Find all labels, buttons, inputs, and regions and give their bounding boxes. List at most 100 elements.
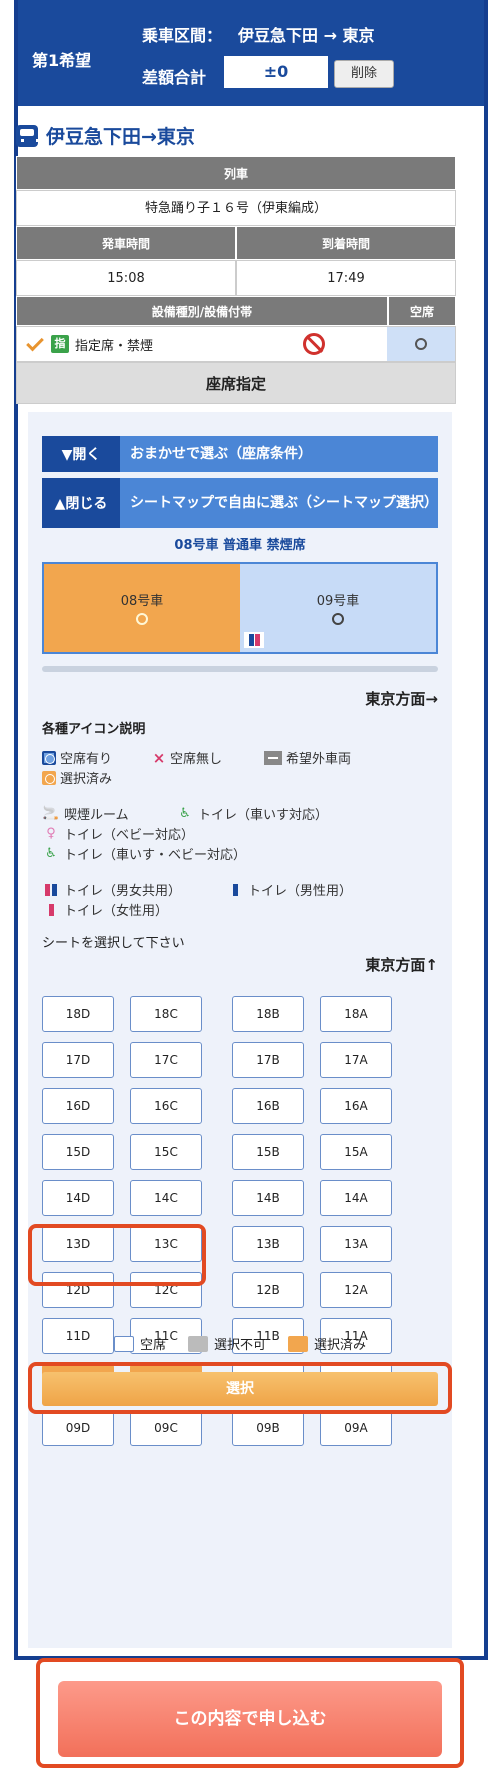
delete-button[interactable]: 削除 [334,60,394,88]
section-label: 乗車区間： [142,26,223,45]
seat-button[interactable]: 13A [320,1226,392,1262]
selected-label: 選択済み [314,1338,367,1353]
legend-none: × 空席無し [152,748,223,768]
vacant-label: 空席 [139,1338,166,1353]
unisex-toilet-icon [244,632,264,648]
seat-type-row[interactable]: 指 指定席・禁煙 [16,326,456,362]
seat-button[interactable]: 13B [232,1226,304,1262]
seat-button[interactable]: 14D [42,1180,114,1216]
seat-button[interactable]: 17D [42,1042,114,1078]
route-title: 伊豆急下田→東京 [16,122,195,149]
car-08-label: 08号車 [120,594,164,609]
seat-button[interactable]: 16B [232,1088,304,1124]
legend-unisex: トイレ（男女共用） [42,880,181,899]
accordion-auto-text[interactable]: おまかせで選ぶ（座席条件） [120,436,438,472]
legend-baby: ♀ トイレ（ベビー対応） [42,824,194,843]
seat-designate-heading: 座席指定 [16,362,456,404]
arrive-header: 到着時間 [236,226,456,260]
seat-button[interactable]: 15A [320,1134,392,1170]
selected-swatch [288,1335,308,1352]
card-header: 第1希望 乗車区間： 伊豆急下田 → 東京 差額合計 ±0 削除 [18,0,484,106]
seat-button[interactable]: 18A [320,996,392,1032]
seat-button[interactable]: 17A [320,1042,392,1078]
vacancy-cell [387,327,455,361]
seat-button[interactable]: 15D [42,1134,114,1170]
direction-label-2: 東京方面↑ [365,956,438,974]
accordion-seatmap-text[interactable]: シートマップで自由に選ぶ（シートマップ選択） [120,478,438,528]
available-icon [42,750,56,765]
seat-button[interactable]: 18C [130,996,202,1032]
vacancy-available-icon [415,338,427,350]
excluded-icon [264,750,282,765]
car-09[interactable]: 09号車 [240,564,436,652]
seat-button[interactable]: 09C [130,1410,202,1446]
seat-button[interactable]: 17B [232,1042,304,1078]
legend-male: トイレ（男性用） [226,880,352,899]
legend-selected: 選択済み [42,768,112,787]
accordion-seatmap[interactable]: ▲閉じる シートマップで自由に選ぶ（シートマップ選択） [42,478,438,528]
seat-button[interactable]: 18B [232,996,304,1032]
unisex-icon [42,882,60,898]
route-text: 伊豆急下田→東京 [46,126,195,148]
car-scrollbar[interactable] [42,666,438,672]
choose-button[interactable]: 選択 [42,1372,438,1406]
female-icon [42,902,60,918]
seat-button[interactable]: 09B [232,1410,304,1446]
depart-header: 発車時間 [16,226,236,260]
unavailable-label: 選択不可 [213,1338,266,1353]
wheelchair-baby-icon: ♿ [45,846,57,861]
none-icon: × [152,748,166,767]
select-prompt: シートを選択して下さい [42,936,185,951]
seat-button[interactable]: 12B [232,1272,304,1308]
seat-button[interactable]: 16A [320,1088,392,1124]
open-toggle[interactable]: ▼開く [42,436,120,472]
seat-button[interactable]: 17C [130,1042,202,1078]
diff-value: ±0 [224,56,328,88]
car-selector: 08号車 09号車 [42,562,438,654]
seat-button[interactable]: 09A [320,1410,392,1446]
train-name: 特急踊り子１６号（伊東編成） [16,190,456,226]
vacancy-header: 空席 [388,296,456,326]
legend-excluded: 希望外車両 [264,748,351,767]
train-header: 列車 [16,156,456,190]
legend-smoking: 🚬 喫煙ルーム [42,806,129,823]
wheelchair-icon: ♿ [179,806,191,821]
seat-button[interactable]: 14A [320,1180,392,1216]
seat-button[interactable]: 15B [232,1134,304,1170]
direction-label: 東京方面→ [365,690,438,708]
car-09-status-icon [332,613,344,625]
train-icon [16,124,39,147]
equip-header: 設備種別/設備付帯 [16,296,388,326]
train-info-table: 列車 特急踊り子１６号（伊東編成） 発車時間 到着時間 15:08 17:49 … [16,156,456,404]
close-toggle[interactable]: ▲閉じる [42,478,120,528]
car-08[interactable]: 08号車 [44,564,240,652]
seat-button[interactable]: 12A [320,1272,392,1308]
vacant-swatch [113,1335,134,1352]
legend-wheelchair: ♿ トイレ（車いす対応） [176,804,328,823]
section-value: 伊豆急下田 → 東京 [238,26,375,45]
no-smoking-icon [303,333,325,355]
male-icon [226,882,244,898]
depart-time: 15:08 [16,260,236,296]
seat-button[interactable]: 09D [42,1410,114,1446]
seat-button[interactable]: 14C [130,1180,202,1216]
reserved-seat-icon: 指 [51,335,69,353]
car-title: 08号車 普通車 禁煙席 [174,538,306,553]
chosen-seats-highlight [28,1224,206,1286]
car-08-status-icon [136,613,148,625]
legend-available: 空席有り [42,748,112,767]
legend-female: トイレ（女性用） [42,900,168,919]
seat-button[interactable]: 15C [130,1134,202,1170]
accordion-auto[interactable]: ▼開く おまかせで選ぶ（座席条件） [42,436,438,472]
seat-button[interactable]: 18D [42,996,114,1032]
car-09-label: 09号車 [316,594,360,609]
arrive-time: 17:49 [236,260,456,296]
submit-button[interactable]: この内容で申し込む [58,1681,442,1757]
seat-button[interactable]: 14B [232,1180,304,1216]
diff-label: 差額合計 [142,68,207,87]
unavailable-swatch [187,1335,208,1352]
baby-icon: ♀ [46,826,56,841]
seat-button[interactable]: 16D [42,1088,114,1124]
legend-wheel-baby: ♿ トイレ（車いす・ベビー対応） [42,844,246,863]
seat-button[interactable]: 16C [130,1088,202,1124]
